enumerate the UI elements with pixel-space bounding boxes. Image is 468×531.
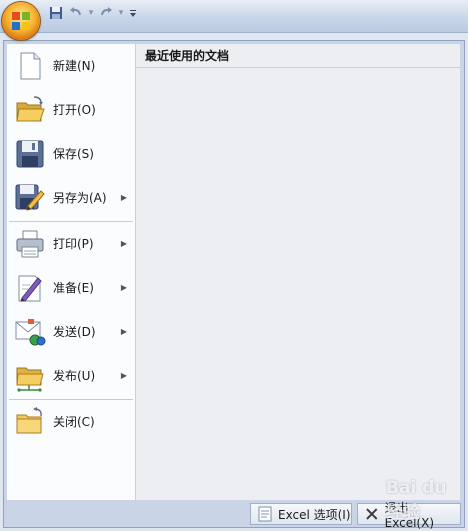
excel-options-button[interactable]: Excel 选项(I) [250, 503, 352, 525]
print-icon [16, 230, 44, 258]
open-folder-icon [16, 96, 45, 122]
menu-item-new[interactable]: 新建(N) [7, 44, 135, 88]
save-icon [16, 140, 44, 168]
undo-dropdown-icon[interactable]: ▾ [86, 4, 96, 22]
submenu-arrow-icon: ▶ [120, 371, 127, 380]
menu-item-print[interactable]: 打印(P) ▶ [7, 222, 135, 266]
submenu-arrow-icon: ▶ [120, 283, 127, 292]
office-logo-icon [12, 12, 30, 30]
menu-item-label: 准备(E) [53, 281, 94, 295]
menu-item-label: 关闭(C) [53, 415, 95, 429]
menu-item-label: 发布(U) [53, 369, 96, 383]
menu-item-open[interactable]: 打开(O) [7, 88, 135, 132]
office-button[interactable] [2, 2, 40, 40]
publish-icon [16, 367, 44, 392]
menu-item-save[interactable]: 保存(S) [7, 132, 135, 176]
menu-item-close[interactable]: 关闭(C) [7, 400, 135, 444]
title-bar: ▾ ▾ [0, 0, 468, 33]
submenu-arrow-icon: ▶ [120, 193, 127, 202]
recent-documents-title: 最近使用的文档 [136, 44, 460, 68]
submenu-arrow-icon: ▶ [120, 327, 127, 336]
menu-item-label: 新建(N) [53, 59, 96, 73]
recent-documents-pane: 最近使用的文档 [136, 44, 460, 500]
menu-item-save-as[interactable]: 另存为(A) ▶ [7, 176, 135, 220]
menu-item-label: 打开(O) [53, 103, 96, 117]
send-icon [15, 319, 46, 346]
office-menu: 新建(N) 打开(O) 保存(S) 另存为(A) ▶ 打印(P) ▶ 准备(E)… [3, 40, 465, 530]
menu-item-label: 打印(P) [53, 237, 94, 251]
menu-item-label: 另存为(A) [53, 191, 107, 205]
undo-icon[interactable] [66, 4, 86, 22]
new-document-icon [20, 52, 41, 80]
menu-item-publish[interactable]: 发布(U) ▶ [7, 354, 135, 398]
watermark: Bai du 经验 [386, 478, 447, 523]
menu-item-send[interactable]: 发送(D) ▶ [7, 310, 135, 354]
submenu-arrow-icon: ▶ [120, 239, 127, 248]
options-icon [258, 506, 272, 522]
menu-item-prepare[interactable]: 准备(E) ▶ [7, 266, 135, 310]
save-as-icon [15, 184, 45, 211]
menu-item-label: 发送(D) [53, 325, 96, 339]
close-icon [366, 508, 378, 520]
close-folder-icon [16, 407, 42, 434]
quick-access-toolbar: ▾ ▾ [46, 4, 140, 22]
redo-dropdown-icon[interactable]: ▾ [116, 4, 126, 22]
excel-options-label: Excel 选项(I) [278, 507, 351, 522]
save-icon[interactable] [46, 4, 66, 22]
menu-commands: 新建(N) 打开(O) 保存(S) 另存为(A) ▶ 打印(P) ▶ 准备(E)… [7, 44, 136, 500]
redo-icon[interactable] [96, 4, 116, 22]
menu-item-label: 保存(S) [53, 147, 94, 161]
prepare-icon [18, 275, 42, 302]
customize-dropdown-icon[interactable] [126, 4, 140, 22]
